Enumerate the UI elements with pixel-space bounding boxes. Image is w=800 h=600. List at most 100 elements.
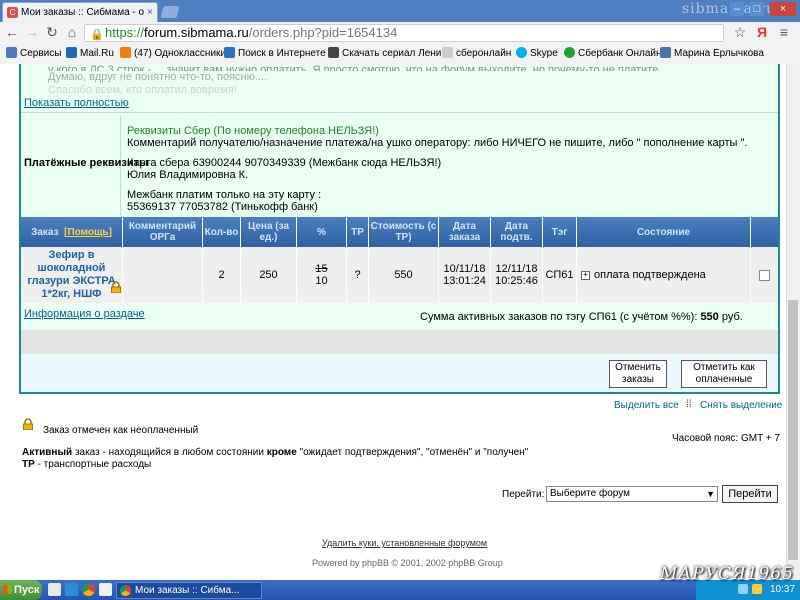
forum-select[interactable]: Выберите форум ▼: [546, 486, 718, 502]
new-tab-button[interactable]: [160, 6, 180, 18]
close-window-icon[interactable]: ×: [770, 2, 796, 16]
cost-cell: 550: [369, 247, 439, 303]
network-icon[interactable]: [738, 584, 748, 594]
chrome-icon: [120, 585, 131, 596]
home-icon[interactable]: ⌂: [64, 24, 80, 40]
bookmark-search[interactable]: Поиск в Интернете: [224, 47, 326, 61]
lock-icon: 🔒: [90, 29, 104, 41]
payment-mezhbank: Межбанк платим только на эту карту :: [127, 189, 322, 201]
tr-cell: ?: [347, 247, 369, 303]
start-button[interactable]: Пуск: [0, 580, 42, 600]
vk-icon: [660, 47, 671, 58]
row-checkbox[interactable]: [759, 269, 770, 281]
order-cell: Зефир в шоколадной глазури ЭКСТРА 1*2кг,…: [21, 247, 123, 303]
chevron-down-icon: ▼: [706, 489, 715, 499]
select-cell: [751, 247, 778, 303]
bookmark-services[interactable]: Сервисы: [6, 47, 61, 61]
active-definition: Активный заказ - находящийся в любом сос…: [22, 447, 529, 458]
tab-title: Мои заказы :: Сибмама - о: [21, 7, 145, 18]
lock-icon: [23, 418, 33, 430]
unpaid-lock-icon: [111, 281, 121, 293]
sberbank-icon: [564, 47, 575, 58]
show-full-link[interactable]: Показать полностью: [24, 97, 129, 109]
cancel-orders-button[interactable]: Отменить заказы: [609, 360, 667, 388]
table-spacer: [21, 330, 778, 354]
percent-old: 15: [315, 263, 328, 275]
bookmark-vk[interactable]: Марина Ерлычкова: [660, 47, 764, 61]
apps-icon: [6, 47, 17, 58]
col-cost: Стоимость (с ТР): [369, 217, 439, 247]
goto-label: Перейти:: [502, 489, 545, 500]
message-line-1: у кого в ЛС 3 строк - ... значит вам нуж…: [48, 64, 662, 71]
maximize-icon[interactable]: □: [750, 2, 764, 16]
bookmark-sberonline[interactable]: сберонлайн: [442, 47, 511, 61]
message-line-2: Думаю, вдруг не понятно что-то, поясню..…: [48, 71, 268, 83]
url-path: /orders.php?pid=1654134: [248, 25, 398, 40]
windows-logo-icon: [3, 585, 12, 594]
show-desktop-icon[interactable]: [48, 583, 61, 596]
signature-watermark: МАРУСЯ1965: [660, 564, 795, 584]
chrome-icon[interactable]: [82, 583, 95, 596]
product-link[interactable]: Зефир в шоколадной глазури ЭКСТРА 1*2кг,…: [25, 249, 118, 301]
col-status: Состояние: [577, 217, 751, 247]
url-host: forum.sibmama.ru: [144, 25, 249, 40]
help-link[interactable]: [Помощь]: [64, 227, 112, 238]
odnoklassniki-icon: [120, 47, 131, 58]
comment-cell: [123, 247, 203, 303]
back-icon[interactable]: ←: [4, 24, 20, 40]
col-percent: %: [297, 217, 347, 247]
payment-title: Реквизиты Сбер (По номеру телефона НЕЛЬЗ…: [127, 125, 379, 137]
deselect-link[interactable]: Снять выделение: [700, 400, 782, 411]
search-icon: [224, 47, 235, 58]
bookmark-star-icon[interactable]: ☆: [732, 24, 748, 40]
payment-tinkoff: 55369137 77053782 (Тинькофф банк): [127, 201, 318, 213]
bookmark-mailru[interactable]: Mail.Ru: [66, 47, 114, 61]
bookmark-sberbank[interactable]: Сбербанк Онлайн: [564, 47, 662, 61]
payment-card: Карта сбера 63900244 9070349339 (Межбанк…: [127, 157, 442, 169]
status-cell: + оплата подтверждена: [577, 247, 751, 303]
col-comment: Комментарий ОРГа: [123, 217, 203, 247]
unpaid-legend: Заказ отмечен как неоплаченный: [43, 425, 199, 436]
bookmark-serial[interactable]: Скачать сериал Ленин: [328, 47, 447, 61]
scrollbar-thumb[interactable]: [788, 300, 798, 560]
taskbar-window-chrome[interactable]: Мои заказы :: Сибма...: [116, 582, 262, 599]
url-scheme: https://: [105, 25, 145, 40]
order-date-cell: 10/11/18 13:01:24: [439, 247, 491, 303]
quicklaunch-more-icon[interactable]: [99, 583, 112, 596]
col-price: Цена (за ед.): [241, 217, 297, 247]
url-bar[interactable]: 🔒 https://forum.sibmama.ru/orders.php?pid…: [84, 24, 724, 42]
browser-tab[interactable]: С Мои заказы :: Сибмама - о ×: [2, 2, 158, 22]
payment-comment: Комментарий получателю/назначение платеж…: [127, 137, 748, 149]
yandex-extension-icon[interactable]: Я: [754, 24, 770, 40]
col-order-date: Дата заказа: [439, 217, 491, 247]
col-qty: Кол-во: [203, 217, 241, 247]
tag-cell: СП61: [543, 247, 577, 303]
qty-cell: 2: [203, 247, 241, 303]
sum-value: 550: [700, 311, 719, 323]
payment-name: Юлия Владимировна К.: [127, 169, 249, 181]
minimize-icon[interactable]: –: [730, 2, 744, 16]
close-tab-icon[interactable]: ×: [147, 3, 153, 22]
expand-plus-icon[interactable]: +: [581, 270, 590, 280]
col-order: Заказ [Помощь]: [21, 217, 123, 247]
internet-explorer-icon[interactable]: [65, 583, 78, 596]
divider: [21, 112, 778, 113]
powered-by: Powered by phpBB © 2001, 2002 phpBB Grou…: [312, 558, 503, 568]
select-all-link[interactable]: Выделить все: [614, 400, 679, 411]
goto-button[interactable]: Перейти: [722, 485, 778, 503]
tr-definition: ТР - транспортные расходы: [22, 459, 152, 470]
forward-icon[interactable]: →: [24, 24, 40, 40]
menu-icon[interactable]: ≡: [776, 24, 792, 40]
delete-cookies-link[interactable]: Удалить куки, установленные форумом: [322, 538, 487, 548]
col-tr: ТР: [347, 217, 369, 247]
mark-paid-button[interactable]: Отметить как оплаченные: [681, 360, 767, 388]
bookmark-odnoklassniki[interactable]: (47) Одноклассники: [120, 47, 226, 61]
skype-icon: [516, 47, 527, 58]
reload-icon[interactable]: ↻: [44, 24, 60, 40]
message-line-3: Спасибо всем, кто оплатил вовремя!: [48, 84, 237, 96]
col-select: [751, 217, 778, 247]
organizer-message: у кого в ЛС 3 строк - ... значит вам нуж…: [48, 64, 768, 97]
distribution-info-link[interactable]: Информация о раздаче: [24, 308, 145, 320]
bookmark-skype[interactable]: Skype: [516, 47, 558, 61]
volume-icon[interactable]: [752, 584, 762, 594]
